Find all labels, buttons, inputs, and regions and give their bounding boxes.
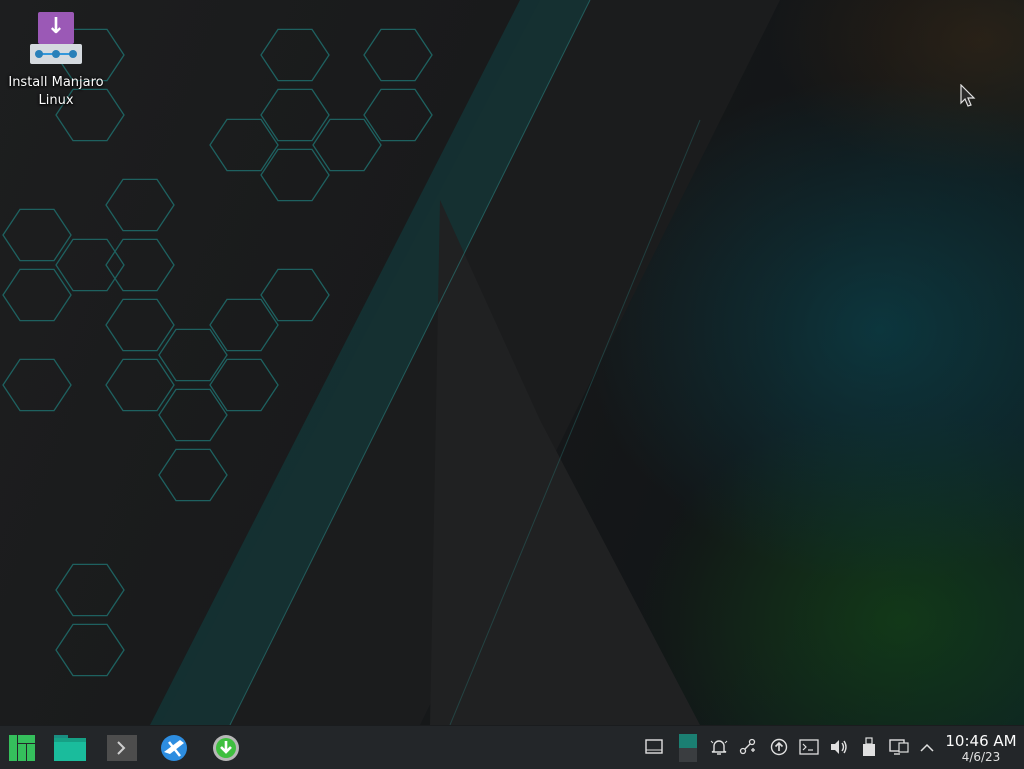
installer-launcher[interactable] [208, 726, 244, 769]
show-desktop-icon[interactable] [643, 736, 665, 758]
hexagon-outline [209, 358, 279, 412]
hexagon-outline [105, 178, 175, 232]
terminal-launcher[interactable] [104, 726, 140, 769]
hexagon-outline [105, 298, 175, 352]
hexagon-outline [363, 28, 433, 82]
desktop-icon-label: Install Manjaro Linux [8, 75, 104, 108]
hexagon-outline [260, 88, 330, 142]
hexagon-outline [158, 448, 228, 502]
web-browser-launcher[interactable] [156, 726, 192, 769]
hexagon-outline [158, 328, 228, 382]
hexagon-outline [312, 118, 382, 172]
updates-icon[interactable] [768, 736, 790, 758]
taskbar: 10:46 AM 4/6/23 [0, 725, 1024, 769]
clock-time: 10:46 AM [945, 732, 1017, 750]
file-manager-launcher[interactable] [50, 726, 90, 769]
network-share-icon[interactable] [737, 736, 759, 758]
usb-device-icon[interactable] [858, 736, 880, 758]
hexagon-outline [105, 238, 175, 292]
hexagon-outline [158, 388, 228, 442]
expand-tray-icon[interactable] [916, 736, 938, 758]
digital-clock[interactable]: 10:46 AM 4/6/23 [940, 732, 1022, 764]
display-icon[interactable] [888, 736, 910, 758]
hexagon-outline [55, 623, 125, 677]
desktop-wallpaper [0, 0, 1024, 725]
hexagon-outline [105, 358, 175, 412]
hexagon-outline [260, 28, 330, 82]
clock-date: 4/6/23 [961, 750, 1001, 764]
hexagon-outline [2, 358, 72, 412]
desktop-icon-install-manjaro[interactable]: ↓ Install Manjaro Linux [6, 10, 106, 110]
installer-icon [213, 734, 239, 761]
pager-icon[interactable] [677, 733, 699, 763]
notifications-icon[interactable] [708, 736, 730, 758]
console-icon[interactable] [798, 736, 820, 758]
manjaro-menu-icon [9, 734, 35, 761]
volume-icon[interactable] [828, 736, 850, 758]
hexagon-outline [55, 238, 125, 292]
hexagon-outline [2, 208, 72, 262]
hexagon-outline [55, 563, 125, 617]
install-manjaro-icon: ↓ [28, 10, 84, 68]
hexagon-outline [209, 118, 279, 172]
terminal-icon [107, 734, 137, 761]
hexagon-outline [260, 148, 330, 202]
folder-icon [54, 734, 86, 761]
application-launcher[interactable] [4, 726, 40, 769]
hexagon-outline [363, 88, 433, 142]
mouse-cursor [960, 84, 976, 107]
hexagon-outline [260, 268, 330, 322]
web-browser-icon [161, 734, 187, 761]
hexagon-outline [209, 298, 279, 352]
hexagon-outline [2, 268, 72, 322]
